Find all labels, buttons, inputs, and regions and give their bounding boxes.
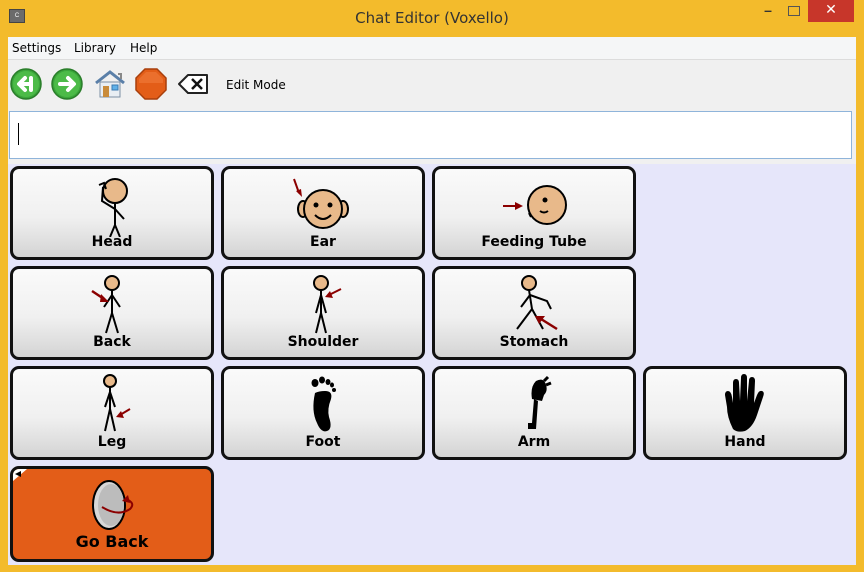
back-figure-icon	[91, 275, 121, 334]
symbol-button-head[interactable]: Head	[10, 166, 214, 260]
forward-button[interactable]	[50, 67, 84, 101]
stop-icon	[135, 68, 167, 100]
shoulder-figure-icon	[313, 275, 342, 334]
app-window: C Chat Editor (Voxello) – ✕ Settings Lib…	[0, 0, 864, 572]
leg-figure-icon	[103, 374, 131, 432]
symbol-label: Shoulder	[287, 334, 359, 350]
symbol-button-back[interactable]: Back	[10, 266, 214, 360]
toolbar: Edit Mode	[8, 60, 856, 108]
clear-button[interactable]	[176, 67, 210, 101]
maximize-button[interactable]	[781, 0, 807, 22]
symbol-button-go-back[interactable]: Go Back	[10, 466, 214, 562]
text-caret	[18, 123, 19, 145]
feeding-tube-icon	[503, 185, 567, 225]
symbol-button-ear[interactable]: Ear	[221, 166, 425, 260]
symbol-label: Back	[93, 334, 131, 350]
clear-text-icon	[178, 74, 208, 94]
maximize-icon	[788, 6, 800, 16]
symbol-button-hand[interactable]: Hand	[643, 366, 847, 460]
symbol-button-arm[interactable]: Arm	[432, 366, 636, 460]
go-back-icon	[92, 480, 134, 530]
window-title: Chat Editor (Voxello)	[355, 9, 509, 27]
back-arrow-icon	[10, 68, 42, 100]
stomach-figure-icon	[516, 275, 558, 331]
minimize-button[interactable]: –	[755, 0, 781, 22]
foot-icon	[311, 376, 336, 432]
symbol-button-leg[interactable]: Leg	[10, 366, 214, 460]
ear-face-icon	[293, 178, 349, 229]
symbol-label: Hand	[724, 434, 766, 450]
symbol-button-stomach[interactable]: Stomach	[432, 266, 636, 360]
stop-button[interactable]	[134, 67, 168, 101]
title-bar[interactable]: C Chat Editor (Voxello) – ✕	[0, 0, 864, 36]
symbol-grid: Head Ear Feeding Tube Back Shoulder Stom…	[8, 164, 856, 565]
close-button[interactable]: ✕	[808, 0, 854, 22]
menu-help[interactable]: Help	[130, 41, 157, 55]
symbol-label: Arm	[517, 434, 551, 450]
symbol-button-shoulder[interactable]: Shoulder	[221, 266, 425, 360]
symbol-button-feeding-tube[interactable]: Feeding Tube	[432, 166, 636, 260]
message-input[interactable]	[9, 111, 852, 159]
symbol-label: Feeding Tube	[481, 234, 587, 250]
home-button[interactable]	[92, 67, 126, 101]
head-figure-icon	[98, 178, 128, 237]
symbol-label: Head	[91, 234, 133, 250]
symbol-button-foot[interactable]: Foot	[221, 366, 425, 460]
back-button[interactable]	[9, 67, 43, 101]
menu-bar: Settings Library Help	[8, 37, 856, 60]
edit-mode-label[interactable]: Edit Mode	[226, 78, 286, 92]
folder-flag-icon	[13, 469, 27, 481]
symbol-label: Foot	[305, 434, 341, 450]
forward-arrow-icon	[51, 68, 83, 100]
symbol-label: Ear	[310, 234, 336, 250]
client-area: Settings Library Help Edit Mode Head Ear…	[8, 37, 856, 565]
symbol-label: Go Back	[75, 532, 149, 551]
symbol-label: Leg	[97, 434, 127, 450]
symbol-label: Stomach	[499, 334, 569, 350]
arm-icon	[528, 375, 552, 429]
hand-icon	[725, 374, 764, 432]
home-icon	[95, 70, 125, 98]
menu-library[interactable]: Library	[74, 41, 116, 55]
menu-settings[interactable]: Settings	[12, 41, 61, 55]
